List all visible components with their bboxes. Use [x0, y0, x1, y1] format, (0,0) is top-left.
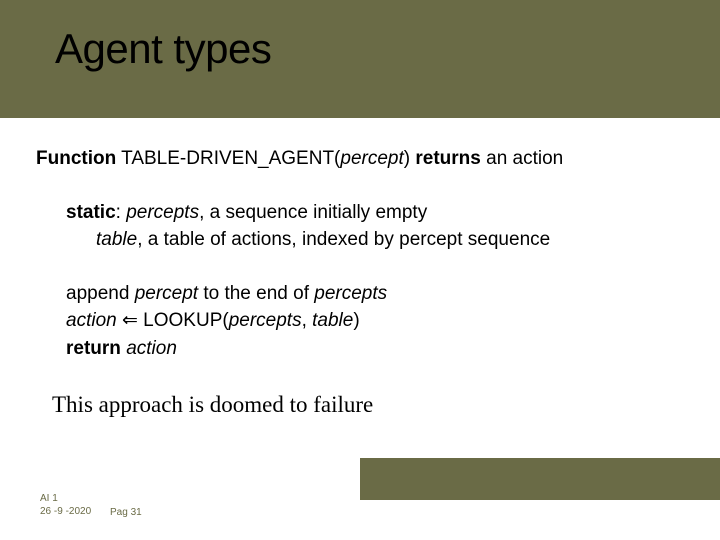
lookup-close: ) [353, 310, 359, 331]
slide-title: Agent types [55, 25, 271, 73]
slide-content: Function TABLE-DRIVEN_AGENT(percept) ret… [36, 145, 684, 422]
lookup-arrow: ⇐ LOOKUP( [117, 310, 229, 331]
static-colon: : [116, 202, 127, 223]
fn-close: ) [404, 148, 410, 169]
footer-date: 26 -9 -2020 [40, 506, 91, 519]
lookup-action: action [66, 310, 117, 331]
kw-return: return [66, 338, 121, 359]
body-return: return action [66, 335, 684, 363]
append-mid: to the end of [198, 283, 314, 304]
static-table-tail: , a table of actions, indexed by percept… [137, 229, 550, 250]
body-lookup: action ⇐ LOOKUP(percepts, table) [66, 307, 684, 335]
append-percepts: percepts [314, 283, 387, 304]
append-pre: append [66, 283, 135, 304]
returns-tail: an action [481, 148, 563, 169]
lookup-p2: table [312, 310, 353, 331]
static-block: static: percepts, a sequence initially e… [66, 199, 684, 254]
static-percepts: percepts [126, 202, 199, 223]
function-signature: Function TABLE-DRIVEN_AGENT(percept) ret… [36, 145, 684, 173]
kw-static: static [66, 202, 116, 223]
body-append: append percept to the end of percepts [66, 280, 684, 308]
kw-returns: returns [415, 148, 480, 169]
footer-accent-block [360, 458, 720, 500]
kw-function: Function [36, 148, 116, 169]
static-line2: table, a table of actions, indexed by pe… [96, 226, 684, 254]
footer-course: AI 1 [40, 493, 91, 506]
static-table: table [96, 229, 137, 250]
static-line1: static: percepts, a sequence initially e… [66, 199, 684, 227]
footer-page: Pag 31 [110, 507, 142, 518]
fn-param: percept [340, 148, 403, 169]
lookup-comma: , [302, 310, 313, 331]
lookup-p1: percepts [229, 310, 302, 331]
return-val: action [126, 338, 177, 359]
append-percept: percept [135, 283, 198, 304]
body-block: append percept to the end of percepts ac… [66, 280, 684, 363]
fn-name-text: TABLE-DRIVEN_AGENT( [121, 148, 340, 169]
conclusion-text: This approach is doomed to failure [52, 388, 684, 421]
static-percepts-tail: , a sequence initially empty [199, 202, 427, 223]
footer-meta: AI 1 26 -9 -2020 [40, 493, 91, 518]
